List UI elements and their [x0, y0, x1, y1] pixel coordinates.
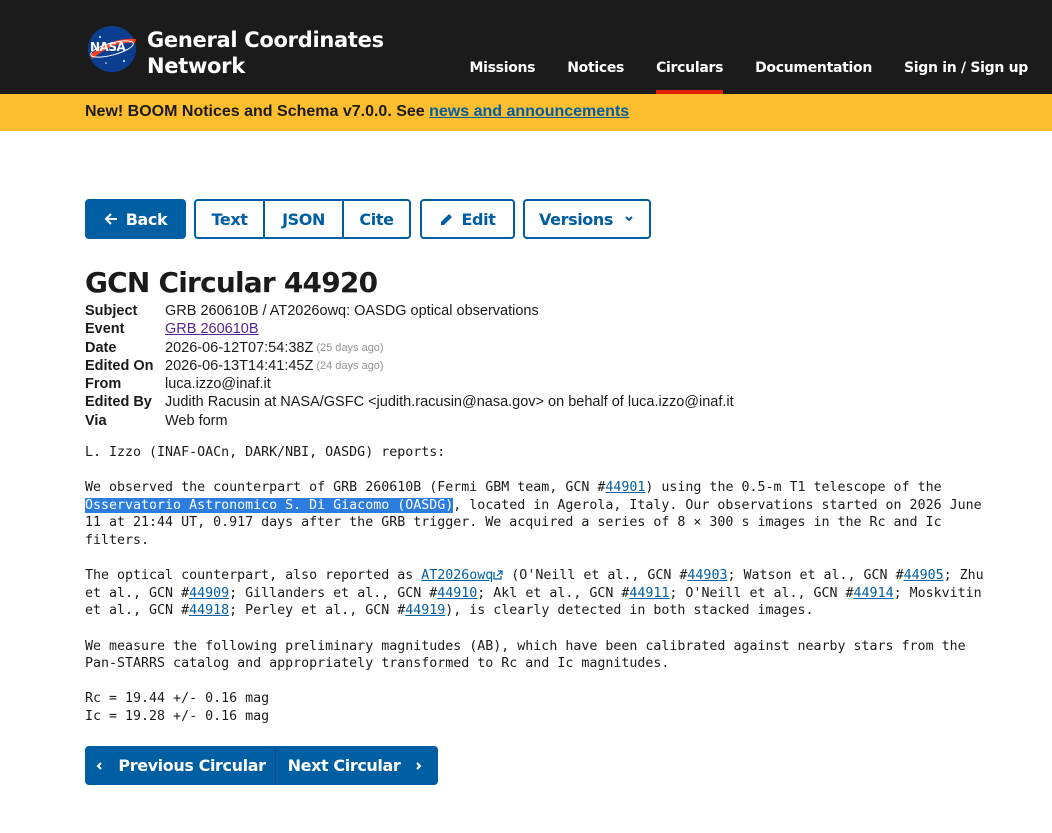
body-text: ; Gillanders et al., GCN # [229, 585, 438, 601]
site-title[interactable]: General Coordinates Network [147, 27, 384, 79]
event-link[interactable]: GRB 260610B [165, 320, 259, 338]
date-relative: (25 days ago) [316, 341, 384, 354]
gcn-link[interactable]: 44910 [437, 586, 477, 601]
meta-edited-on: 2026-06-13T14:41:45Z [165, 357, 314, 374]
edited-relative: (24 days ago) [316, 359, 384, 372]
tns-link[interactable]: AT2026owq [421, 568, 503, 583]
meta-date: 2026-06-12T07:54:38Z [165, 339, 314, 356]
banner-text: New! BOOM Notices and Schema v7.0.0. See… [85, 103, 629, 121]
nav-notices[interactable]: Notices [551, 58, 640, 92]
meta-via: Web form [165, 412, 228, 429]
meta-label: Edited By [85, 394, 152, 411]
edit-button[interactable]: Edit [420, 199, 515, 239]
selected-text[interactable]: Osservatorio Astronomico S. Di Giacomo (… [85, 497, 454, 513]
site-header: NASA General Coordinates Network Mission… [0, 0, 1052, 94]
gcn-link[interactable]: 44903 [687, 568, 727, 583]
next-circular-button[interactable]: Next Circular [275, 746, 438, 785]
pencil-icon [440, 214, 452, 225]
meta-from: luca.izzo@inaf.it [165, 376, 271, 393]
meta-row-edited-on: Edited On 2026-06-13T14:41:45Z (24 days ag… [85, 357, 734, 375]
body-text: ; Watson et al., GCN # [727, 568, 904, 584]
magnitudes: Rc = 19.44 +/- 0.16 mag Ic = 19.28 +/- 0… [85, 691, 270, 724]
meta-label: From [85, 376, 122, 393]
circular-toolbar: Back Text JSON Cite Edit Versions [85, 199, 651, 239]
body-text: ; O'Neill et al., GCN # [669, 585, 854, 601]
gcn-link[interactable]: 44918 [189, 603, 229, 618]
next-label: Next Circular [287, 756, 401, 775]
body-text: ) using the 0.5-m T1 telescope of the [645, 480, 942, 496]
body-paragraph: L. Izzo (INAF-OACn, DARK/NBI, OASDG) rep… [85, 445, 446, 460]
body-text: ), is clearly detected in both stacked i… [445, 603, 814, 619]
meta-label: Via [85, 412, 107, 429]
meta-label: Edited On [85, 357, 154, 374]
meta-edited-by: Judith Racusin at NASA/GSFC <judith.racu… [165, 394, 734, 411]
external-link-icon [493, 570, 503, 580]
site-title-line2: Network [147, 54, 245, 78]
previous-label: Previous Circular [118, 756, 266, 775]
meta-label: Event [85, 321, 125, 338]
meta-row-date: Date 2026-06-12T07:54:38Z (25 days ago) [85, 339, 734, 357]
chevron-left-icon [96, 761, 103, 770]
versions-label: Versions [539, 209, 613, 229]
previous-circular-button[interactable]: Previous Circular [85, 746, 275, 785]
body-text: (O'Neill et al., GCN # [503, 568, 688, 584]
banner-link[interactable]: news and announcements [429, 103, 629, 120]
circular-pager: Previous Circular Next Circular [85, 746, 438, 785]
body-text: ; Perley et al., GCN # [229, 603, 406, 619]
meta-label: Date [85, 339, 117, 356]
page-title: GCN Circular 44920 [85, 266, 378, 299]
gcn-link[interactable]: 44901 [605, 480, 645, 495]
chevron-right-icon [416, 761, 422, 770]
format-button-group: Text JSON Cite [194, 199, 411, 239]
banner-message: New! BOOM Notices and Schema v7.0.0. See [85, 103, 430, 120]
meta-row-subject: Subject GRB 260610B / AT2026owq: OASDG op… [85, 302, 734, 320]
circular-metadata: Subject GRB 260610B / AT2026owq: OASDG op… [85, 302, 734, 430]
gcn-link[interactable]: 44911 [629, 586, 669, 601]
nav-documentation[interactable]: Documentation [739, 58, 888, 92]
main-nav: Missions Notices Circulars Documentation… [454, 58, 1028, 94]
nav-sign-in[interactable]: Sign in / Sign up [888, 58, 1028, 92]
meta-label: Subject [85, 303, 138, 319]
tns-link-label: AT2026owq [421, 568, 494, 584]
meta-row-via: Via Web form [85, 412, 734, 430]
meta-subject: GRB 260610B / AT2026owq: OASDG optical o… [165, 303, 539, 319]
back-button[interactable]: Back [85, 199, 186, 239]
meta-row-from: From luca.izzo@inaf.it [85, 375, 734, 393]
body-text: ; Akl et al., GCN # [477, 585, 630, 601]
gcn-link[interactable]: 44919 [405, 603, 445, 618]
nav-missions[interactable]: Missions [454, 58, 552, 92]
text-button[interactable]: Text [194, 199, 265, 239]
body-text: The optical counterpart, also reported a… [85, 568, 422, 584]
body-paragraph: We measure the following preliminary mag… [85, 638, 966, 672]
circular-body: L. Izzo (INAF-OACn, DARK/NBI, OASDG) rep… [85, 444, 1035, 726]
gcn-link[interactable]: 44905 [904, 568, 944, 583]
gcn-link[interactable]: 44914 [854, 586, 894, 601]
body-text: We observed the counterpart of GRB 26061… [85, 480, 606, 496]
chevron-down-icon [625, 216, 633, 222]
cite-button[interactable]: Cite [342, 199, 411, 239]
edit-label: Edit [461, 209, 496, 229]
nav-circulars[interactable]: Circulars [640, 58, 739, 94]
meta-row-event: Event GRB 260610B [85, 320, 734, 338]
arrow-left-icon [104, 213, 117, 225]
gcn-link[interactable]: 44909 [189, 586, 229, 601]
meta-row-edited-by: Edited By Judith Racusin at NASA/GSFC <ju… [85, 393, 734, 411]
json-button[interactable]: JSON [263, 199, 344, 239]
versions-button[interactable]: Versions [523, 199, 651, 239]
site-title-line1: General Coordinates [147, 28, 384, 52]
announcement-banner: New! BOOM Notices and Schema v7.0.0. See… [0, 94, 1052, 131]
back-label: Back [125, 209, 168, 229]
nasa-logo-text: NASA [90, 40, 126, 54]
